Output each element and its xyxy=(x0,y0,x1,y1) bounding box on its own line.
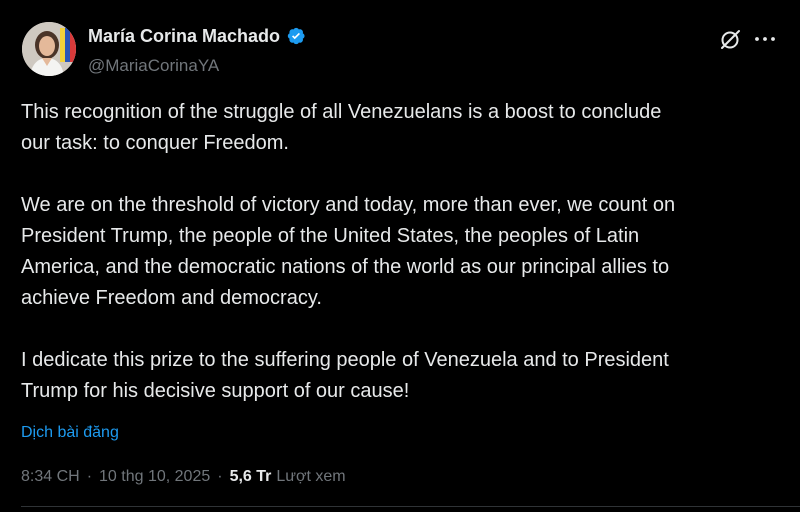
post-paragraph-3: I dedicate this prize to the suffering p… xyxy=(21,349,669,402)
author-block: María Corina Machado @MariaCorinaYA xyxy=(88,24,306,78)
post-meta: 8:34 CH · 10 thg 10, 2025 · 5,6 Tr Lượt … xyxy=(21,465,346,489)
avatar-image xyxy=(22,22,76,76)
translate-post-link[interactable]: Dịch bài đăng xyxy=(21,421,119,445)
tweet-card: María Corina Machado @MariaCorinaYA This… xyxy=(0,0,800,512)
post-time[interactable]: 8:34 CH xyxy=(21,465,80,489)
post-date[interactable]: 10 thg 10, 2025 xyxy=(99,465,210,489)
author-handle[interactable]: @MariaCorinaYA xyxy=(88,54,306,78)
divider xyxy=(21,506,800,507)
grok-slash-circle-icon[interactable] xyxy=(718,26,744,52)
views-count: 5,6 Tr xyxy=(229,468,272,485)
post-paragraph-2: We are on the threshold of victory and t… xyxy=(21,194,676,309)
meta-separator: · xyxy=(86,468,93,485)
post-paragraph-1: This recognition of the struggle of all … xyxy=(21,101,662,154)
post-text: This recognition of the struggle of all … xyxy=(21,97,786,407)
meta-separator: · xyxy=(217,468,223,485)
author-name-row: María Corina Machado xyxy=(88,24,306,48)
avatar[interactable] xyxy=(22,22,76,76)
verified-badge-icon[interactable] xyxy=(286,26,306,46)
more-horizontal-icon[interactable] xyxy=(752,28,778,50)
views-label: Lượt xem xyxy=(276,468,346,485)
author-name[interactable]: María Corina Machado xyxy=(88,24,280,48)
